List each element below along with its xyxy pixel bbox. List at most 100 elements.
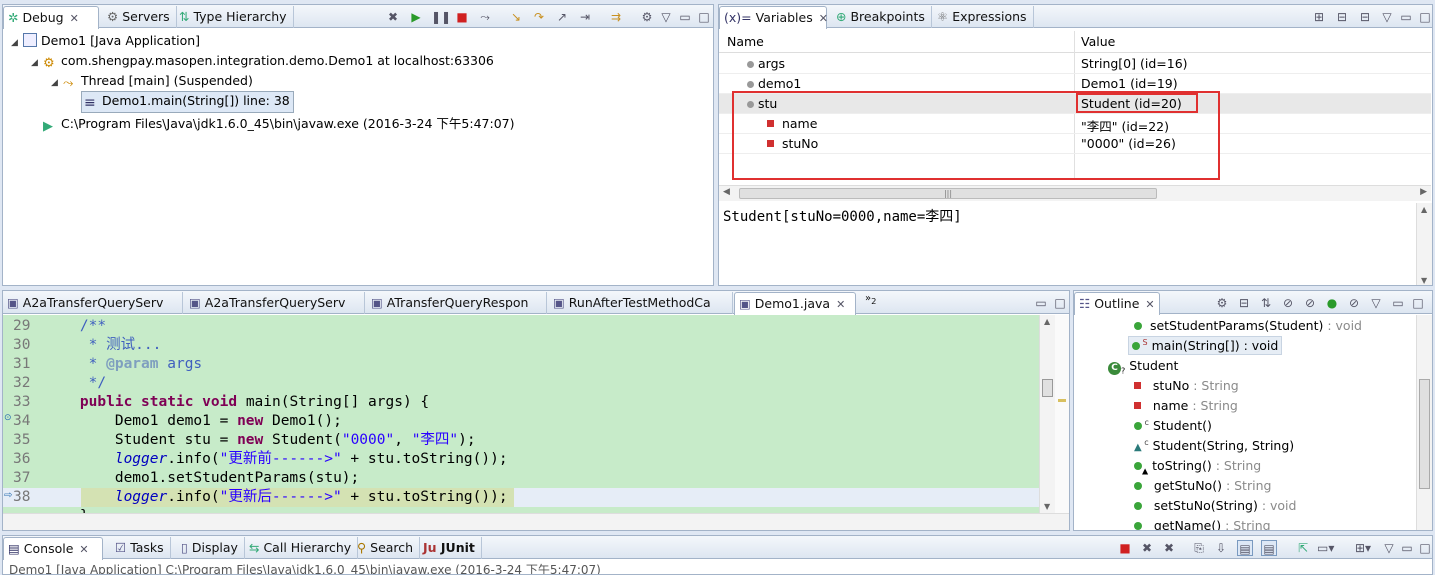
tab-tasks[interactable]: ☑ Tasks: [111, 537, 171, 559]
editor-tab[interactable]: ▣ RunAfterTestMethodCa: [549, 292, 733, 314]
outline-item[interactable]: ▲ toString() : String: [1134, 458, 1261, 476]
tree-process[interactable]: ▶ C:\Program Files\Java\jdk1.6.0_45\bin\j…: [43, 113, 514, 134]
vertical-scrollbar[interactable]: ▲ ▼: [1039, 315, 1055, 513]
outline-item[interactable]: ▲ c Student(String, String): [1134, 438, 1294, 453]
hide-static-icon[interactable]: ⊘: [1302, 295, 1318, 311]
remove-terminated-icon[interactable]: ✖: [385, 9, 401, 25]
scroll-left-icon[interactable]: ◀: [723, 187, 730, 197]
step-over-icon[interactable]: ↷: [531, 9, 547, 25]
hide-fields-icon[interactable]: ⊘: [1280, 295, 1296, 311]
resume-icon[interactable]: ▶: [408, 9, 424, 25]
tab-call-hierarchy[interactable]: ⇆ Call Hierarchy: [245, 537, 359, 559]
outline-item[interactable]: getStuNo() : String: [1134, 478, 1271, 493]
tab-junit[interactable]: Ju JUnit: [419, 537, 482, 559]
var-row[interactable]: args String[0] (id=16): [719, 54, 1431, 74]
chevron-down-icon[interactable]: ▽: [1381, 540, 1397, 556]
hide-local-types-icon[interactable]: ⊘: [1346, 295, 1362, 311]
tree-thread[interactable]: ◢ ⤳ Thread [main] (Suspended): [51, 73, 253, 91]
collapse-all-icon[interactable]: ⊟: [1357, 9, 1373, 25]
maximize-icon[interactable]: □: [1417, 540, 1432, 556]
chevron-down-icon[interactable]: ▽: [1368, 295, 1384, 311]
outline-item[interactable]: getName() : String: [1134, 518, 1271, 530]
minimize-icon[interactable]: ▭: [677, 9, 693, 25]
outline-item[interactable]: name : String: [1134, 398, 1238, 413]
maximize-icon[interactable]: □: [1417, 9, 1432, 25]
remove-all-icon[interactable]: ✖: [1161, 540, 1177, 556]
more-tabs[interactable]: »2: [861, 292, 882, 314]
tree-target[interactable]: ◢ ⚙ com.shengpay.masopen.integration.demo.…: [31, 53, 494, 71]
scroll-thumb[interactable]: [1419, 379, 1430, 489]
clear-console-icon[interactable]: ⎘: [1191, 540, 1207, 556]
tree-launch[interactable]: ◢ Demo1 [Java Application]: [11, 33, 200, 48]
step-return-icon[interactable]: ↗: [554, 9, 570, 25]
remove-launch-icon[interactable]: ✖: [1139, 540, 1155, 556]
new-console-icon[interactable]: ⊞▾: [1355, 540, 1371, 556]
ruler-marker[interactable]: [1058, 399, 1066, 402]
terminate-icon[interactable]: ■: [454, 9, 470, 25]
suspend-icon[interactable]: ❚❚: [431, 9, 451, 25]
minimize-icon[interactable]: ▭: [1033, 295, 1049, 311]
expand-icon[interactable]: ◢: [31, 58, 43, 68]
collapse-all-icon[interactable]: ⊟: [1236, 295, 1252, 311]
close-icon[interactable]: ✕: [79, 543, 88, 556]
display-console-icon[interactable]: ▭▾: [1317, 540, 1334, 556]
outline-item[interactable]: setStudentParams(Student) : void: [1134, 318, 1362, 333]
outline-item[interactable]: stuNo : String: [1134, 378, 1239, 393]
tab-console[interactable]: ▤ Console ✕: [3, 537, 103, 560]
tab-display[interactable]: ▯ Display: [177, 537, 245, 559]
outline-item-selected[interactable]: S main(String[]) : void: [1128, 336, 1283, 356]
show-on-stderr-icon[interactable]: ▤: [1261, 540, 1277, 556]
show-logical-icon[interactable]: ⊟: [1334, 9, 1350, 25]
code-area[interactable]: 29 30 31 32 33 34 35 36 37 38 ⊙ ⇨ /** * …: [3, 315, 1039, 513]
horizontal-scrollbar[interactable]: ◀ ||| ▶: [719, 185, 1431, 201]
pin-console-icon[interactable]: ⇱: [1295, 540, 1311, 556]
tree-stack-frame[interactable]: ≡ Demo1.main(String[]) line: 38: [81, 91, 294, 113]
scroll-lock-icon[interactable]: ⇩: [1213, 540, 1229, 556]
show-type-names-icon[interactable]: ⊞: [1311, 9, 1327, 25]
minimize-icon[interactable]: ▭: [1398, 9, 1414, 25]
scroll-thumb[interactable]: |||: [739, 188, 1157, 199]
scroll-up-icon[interactable]: ▲: [1421, 205, 1427, 214]
column-name[interactable]: Name: [727, 34, 764, 49]
tab-servers[interactable]: ⚙ Servers: [103, 6, 177, 28]
close-icon[interactable]: ✕: [70, 12, 79, 25]
maximize-icon[interactable]: □: [1410, 295, 1426, 311]
close-icon[interactable]: ✕: [836, 298, 845, 311]
chevron-down-icon[interactable]: ▽: [658, 9, 674, 25]
view-menu-icon[interactable]: ⚙: [639, 9, 655, 25]
maximize-icon[interactable]: □: [1052, 295, 1068, 311]
editor-tab-active[interactable]: ▣ Demo1.java ✕: [734, 292, 856, 315]
editor-tab[interactable]: ▣ ATransferQueryRespon: [367, 292, 547, 314]
tab-outline[interactable]: ☷ Outline ✕: [1074, 292, 1160, 315]
editor-tab[interactable]: ▣ A2aTransferQueryServ: [185, 292, 365, 314]
terminate-icon[interactable]: ■: [1117, 540, 1133, 556]
outline-item[interactable]: c Student(): [1134, 418, 1212, 433]
tab-expressions[interactable]: ⚛ Expressions: [933, 6, 1034, 28]
tab-breakpoints[interactable]: ⊕ Breakpoints: [832, 6, 932, 28]
close-icon[interactable]: ✕: [1145, 298, 1154, 311]
tab-type-hierarchy[interactable]: ⇅ Type Hierarchy: [175, 6, 294, 28]
scroll-thumb[interactable]: [1042, 379, 1053, 397]
scroll-up-icon[interactable]: ▲: [1044, 317, 1050, 326]
detail-pane[interactable]: Student[stuNo=0000,name=李四]: [723, 206, 962, 226]
detail-scrollbar[interactable]: ▲ ▼: [1416, 203, 1432, 285]
scroll-down-icon[interactable]: ▼: [1044, 502, 1050, 511]
use-step-filters-icon[interactable]: ⇉: [608, 9, 624, 25]
hide-nonpublic-icon[interactable]: ●: [1324, 295, 1340, 311]
show-on-stdout-icon[interactable]: ▤: [1237, 540, 1253, 556]
close-icon[interactable]: ✕: [819, 12, 828, 25]
minimize-icon[interactable]: ▭: [1399, 540, 1415, 556]
breakpoint-icon[interactable]: ⊙: [4, 413, 12, 423]
disconnect-icon[interactable]: ⤳: [477, 9, 493, 25]
vertical-scrollbar[interactable]: [1416, 315, 1432, 530]
expand-icon[interactable]: ◢: [11, 38, 23, 48]
tab-debug[interactable]: ✲ Debug ✕: [3, 6, 99, 29]
step-into-icon[interactable]: ↘: [508, 9, 524, 25]
chevron-down-icon[interactable]: ▽: [1379, 9, 1395, 25]
minimize-icon[interactable]: ▭: [1390, 295, 1406, 311]
tab-search[interactable]: ⚲ Search: [353, 537, 421, 559]
focus-icon[interactable]: ⚙: [1214, 295, 1230, 311]
horizontal-scrollbar[interactable]: [3, 513, 1069, 530]
column-value[interactable]: Value: [1081, 34, 1115, 49]
maximize-icon[interactable]: □: [696, 9, 712, 25]
